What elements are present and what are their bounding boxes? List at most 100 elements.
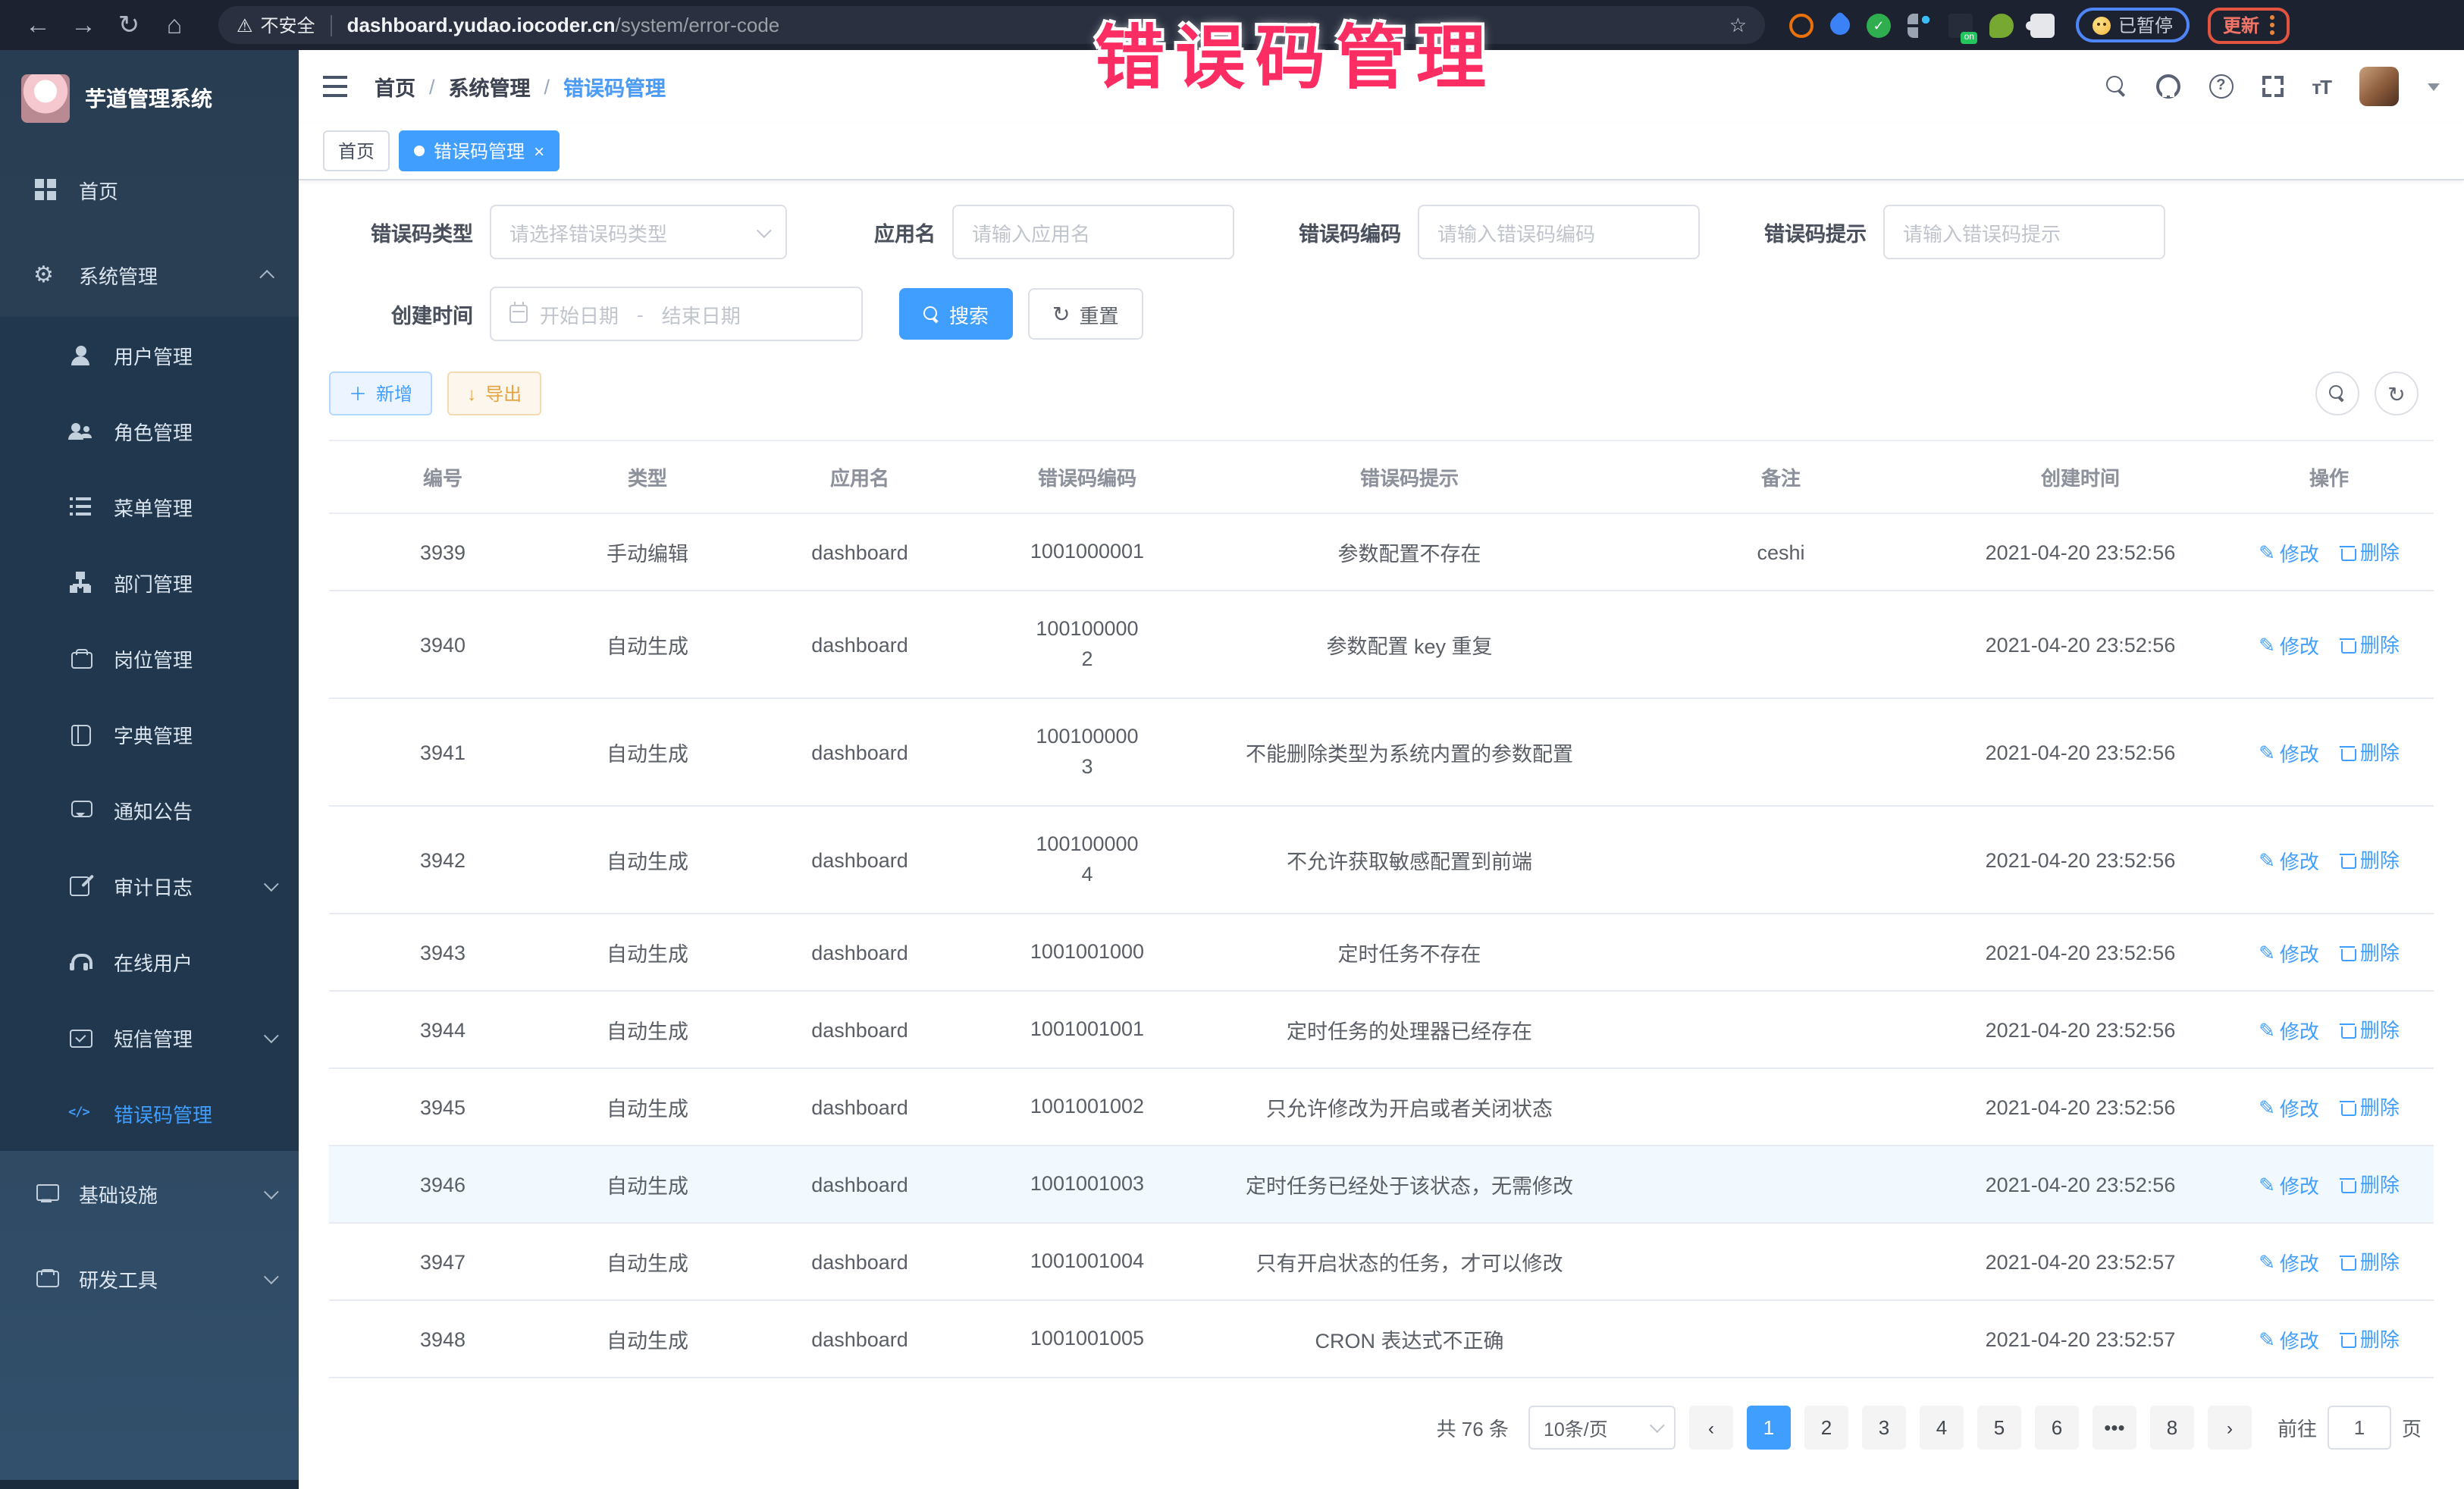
- extension-icon-squares[interactable]: [1908, 13, 1932, 37]
- table-row[interactable]: 3948自动生成dashboard1001001005CRON 表达式不正确20…: [329, 1300, 2434, 1378]
- github-icon[interactable]: [2155, 74, 2180, 99]
- page-button-1[interactable]: 1: [1747, 1406, 1791, 1450]
- tab-close-icon[interactable]: ×: [534, 142, 544, 160]
- reset-button[interactable]: ↻ 重置: [1028, 288, 1143, 340]
- sidebar-item-系统管理[interactable]: 系统管理: [0, 232, 299, 317]
- browser-back-icon[interactable]: ←: [15, 10, 61, 40]
- table-row[interactable]: 3943自动生成dashboard1001001000定时任务不存在2021-0…: [329, 914, 2434, 991]
- delete-link[interactable]: 删除: [2340, 737, 2400, 766]
- edit-link[interactable]: ✎修改: [2259, 738, 2319, 767]
- edit-link[interactable]: ✎修改: [2259, 631, 2319, 660]
- edit-link[interactable]: ✎修改: [2259, 1093, 2319, 1122]
- sidebar-fold-icon[interactable]: [323, 76, 347, 97]
- tab-error-code[interactable]: 错误码管理 ×: [399, 130, 560, 171]
- paused-extension-badge[interactable]: 已暂停: [2076, 8, 2190, 42]
- more-pages-icon[interactable]: •••: [2093, 1406, 2136, 1450]
- edit-link[interactable]: ✎修改: [2259, 538, 2319, 567]
- insecure-label[interactable]: 不安全: [261, 12, 315, 38]
- table-row[interactable]: 3945自动生成dashboard1001001002只允许修改为开启或者关闭状…: [329, 1068, 2434, 1146]
- extension-icon-green-check[interactable]: [1867, 13, 1891, 37]
- sidebar-item-部门管理[interactable]: 部门管理: [0, 544, 299, 620]
- table-row[interactable]: 3946自动生成dashboard1001001003定时任务已经处于该状态，无…: [329, 1146, 2434, 1223]
- edit-link[interactable]: ✎修改: [2259, 846, 2319, 875]
- page-button-6[interactable]: 6: [2035, 1406, 2079, 1450]
- help-icon[interactable]: ?: [2209, 74, 2233, 99]
- header-search-icon[interactable]: [2105, 76, 2127, 97]
- page-size-select[interactable]: 10条/页: [1528, 1406, 1676, 1450]
- table-row[interactable]: 3941自动生成dashboard100100000 3不能删除类型为系统内置的…: [329, 698, 2434, 806]
- edit-link[interactable]: ✎修改: [2259, 1016, 2319, 1045]
- extension-icon-drop[interactable]: [1826, 11, 1854, 39]
- browser-reload-icon[interactable]: ↻: [106, 10, 152, 40]
- delete-link[interactable]: 删除: [2340, 1324, 2400, 1353]
- delete-link[interactable]: 删除: [2340, 845, 2400, 873]
- delete-link[interactable]: 删除: [2340, 1169, 2400, 1198]
- sidebar-item-用户管理[interactable]: 用户管理: [0, 317, 299, 393]
- bookmark-star-icon[interactable]: ☆: [1729, 13, 1747, 37]
- extension-icon-on-badge[interactable]: [1948, 13, 1973, 37]
- sidebar-item-错误码管理[interactable]: 错误码管理: [0, 1075, 299, 1151]
- table-row[interactable]: 3942自动生成dashboard100100000 4不允许获取敏感配置到前端…: [329, 806, 2434, 914]
- sidebar-item-菜单管理[interactable]: 菜单管理: [0, 469, 299, 544]
- app-logo-row[interactable]: 芋道管理系统: [0, 50, 299, 147]
- sidebar-item-角色管理[interactable]: 角色管理: [0, 393, 299, 469]
- delete-link[interactable]: 删除: [2340, 537, 2400, 566]
- sidebar-item-首页[interactable]: 首页: [0, 147, 299, 232]
- goto-page-input[interactable]: [2328, 1406, 2391, 1450]
- table-row[interactable]: 3944自动生成dashboard1001001001定时任务的处理器已经存在2…: [329, 991, 2434, 1068]
- table-row[interactable]: 3939手动编辑dashboard1001000001参数配置不存在ceshi2…: [329, 513, 2434, 591]
- error-code-input[interactable]: 请输入错误码编码: [1418, 205, 1700, 259]
- tab-home[interactable]: 首页: [323, 130, 390, 171]
- breadcrumb-system[interactable]: 系统管理: [449, 71, 531, 102]
- error-hint-input[interactable]: 请输入错误码提示: [1883, 205, 2165, 259]
- user-menu-caret-icon[interactable]: [2428, 83, 2440, 96]
- extensions-puzzle-icon[interactable]: [2030, 13, 2055, 37]
- sidebar-item-基础设施[interactable]: 基础设施: [0, 1151, 299, 1236]
- page-button-8[interactable]: 8: [2150, 1406, 2194, 1450]
- show-search-toggle-button[interactable]: [2315, 371, 2359, 415]
- edit-link[interactable]: ✎修改: [2259, 1171, 2319, 1199]
- extension-icon-ring[interactable]: [1789, 13, 1814, 37]
- delete-link[interactable]: 删除: [2340, 937, 2400, 966]
- page-button-3[interactable]: 3: [1862, 1406, 1906, 1450]
- sidebar-item-短信管理[interactable]: 短信管理: [0, 999, 299, 1075]
- search-button[interactable]: 搜索: [899, 288, 1013, 340]
- delete-link[interactable]: 删除: [2340, 1092, 2400, 1121]
- prev-page-button[interactable]: ‹: [1689, 1406, 1733, 1450]
- delete-link[interactable]: 删除: [2340, 1246, 2400, 1275]
- delete-link[interactable]: 删除: [2340, 629, 2400, 658]
- page-button-5[interactable]: 5: [1977, 1406, 2021, 1450]
- sidebar-item-岗位管理[interactable]: 岗位管理: [0, 620, 299, 696]
- sidebar-item-审计日志[interactable]: 审计日志: [0, 848, 299, 923]
- browser-menu-icon[interactable]: [2270, 14, 2274, 36]
- fullscreen-icon[interactable]: [2262, 76, 2283, 97]
- table-row[interactable]: 3940自动生成dashboard100100000 2参数配置 key 重复2…: [329, 591, 2434, 698]
- browser-forward-icon[interactable]: →: [61, 10, 106, 40]
- edit-link[interactable]: ✎修改: [2259, 939, 2319, 967]
- sidebar-item-在线用户[interactable]: 在线用户: [0, 923, 299, 999]
- breadcrumb-home[interactable]: 首页: [375, 71, 415, 102]
- edit-link[interactable]: ✎修改: [2259, 1248, 2319, 1277]
- next-page-button[interactable]: ›: [2208, 1406, 2252, 1450]
- extension-icon-leaf[interactable]: [1989, 13, 2014, 37]
- refresh-table-button[interactable]: ↻: [2375, 371, 2419, 415]
- address-bar[interactable]: ⚠ 不安全 dashboard.yudao.iocoder.cn/system/…: [218, 6, 1765, 44]
- add-button[interactable]: ＋ 新增: [329, 371, 432, 415]
- user-avatar[interactable]: [2359, 67, 2399, 106]
- page-button-2[interactable]: 2: [1804, 1406, 1848, 1450]
- export-button[interactable]: ↓ 导出: [447, 371, 541, 415]
- date-range-picker[interactable]: 开始日期 - 结束日期: [490, 287, 863, 341]
- edit-link[interactable]: ✎修改: [2259, 1325, 2319, 1354]
- delete-link[interactable]: 删除: [2340, 1014, 2400, 1043]
- page-button-4[interactable]: 4: [1920, 1406, 1964, 1450]
- error-type-select[interactable]: 请选择错误码类型: [490, 205, 787, 259]
- sidebar-item-通知公告[interactable]: 通知公告: [0, 772, 299, 848]
- table-row[interactable]: 3947自动生成dashboard1001001004只有开启状态的任务，才可以…: [329, 1223, 2434, 1300]
- sidebar-item-研发工具[interactable]: 研发工具: [0, 1236, 299, 1321]
- browser-home-icon[interactable]: ⌂: [152, 10, 197, 40]
- app-name-input[interactable]: 请输入应用名: [952, 205, 1234, 259]
- emoji-face-icon: [2093, 16, 2111, 34]
- browser-update-button[interactable]: 更新: [2208, 7, 2290, 43]
- font-size-icon[interactable]: ᴛT: [2312, 75, 2331, 98]
- sidebar-item-字典管理[interactable]: 字典管理: [0, 696, 299, 772]
